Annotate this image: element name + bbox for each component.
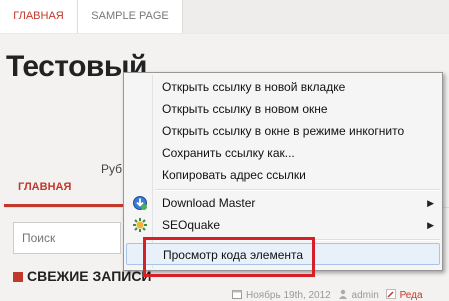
edit-icon (385, 289, 396, 299)
menu-item-copy-link-address[interactable]: Копировать адрес ссылки (126, 164, 440, 186)
download-master-icon (133, 196, 147, 210)
menu-item-open-new-tab[interactable]: Открыть ссылку в новой вкладке (126, 76, 440, 98)
post-date: Ноябрь 19th, 2012 (246, 290, 331, 301)
section-marker-icon (13, 272, 23, 282)
active-tab-indicator (4, 204, 124, 207)
menu-separator (155, 189, 440, 191)
menu-item-label: Открыть ссылку в новом окне (162, 102, 328, 116)
menu-item-seoquake[interactable]: SEOquake ▶ (126, 214, 440, 236)
post-meta: Ноябрь 19th, 2012 admin Реда (232, 289, 427, 301)
menu-item-label: Сохранить ссылку как... (162, 146, 295, 160)
search-field[interactable] (13, 222, 122, 254)
menu-item-label: Копировать адрес ссылки (162, 168, 306, 182)
rubric-label: Руб (101, 162, 123, 176)
seoquake-icon (133, 218, 147, 232)
post-author[interactable]: admin (352, 290, 379, 301)
menu-item-label: Открыть ссылку в окне в режиме инкогнито (162, 124, 405, 138)
highlight-frame (143, 237, 315, 277)
menu-item-label: SEOquake (162, 218, 221, 232)
menu-item-label: Открыть ссылку в новой вкладке (162, 80, 346, 94)
post-edit-link[interactable]: Реда (400, 290, 423, 301)
user-icon (338, 289, 347, 299)
menu-item-open-new-window[interactable]: Открыть ссылку в новом окне (126, 98, 440, 120)
menu-item-open-incognito[interactable]: Открыть ссылку в окне в режиме инкогнито (126, 120, 440, 142)
search-input[interactable] (14, 223, 122, 253)
menu-item-label: Download Master (162, 196, 256, 210)
nav-tab-sample-page[interactable]: SAMPLE PAGE (78, 0, 183, 33)
menu-item-save-link-as[interactable]: Сохранить ссылку как... (126, 142, 440, 164)
nav-tab-home[interactable]: ГЛАВНАЯ (0, 0, 78, 33)
menu-item-download-master[interactable]: Download Master ▶ (126, 192, 440, 214)
tab-home[interactable]: ГЛАВНАЯ (18, 181, 71, 193)
submenu-arrow-icon: ▶ (427, 220, 434, 230)
submenu-arrow-icon: ▶ (427, 198, 434, 208)
calendar-icon (232, 290, 242, 299)
